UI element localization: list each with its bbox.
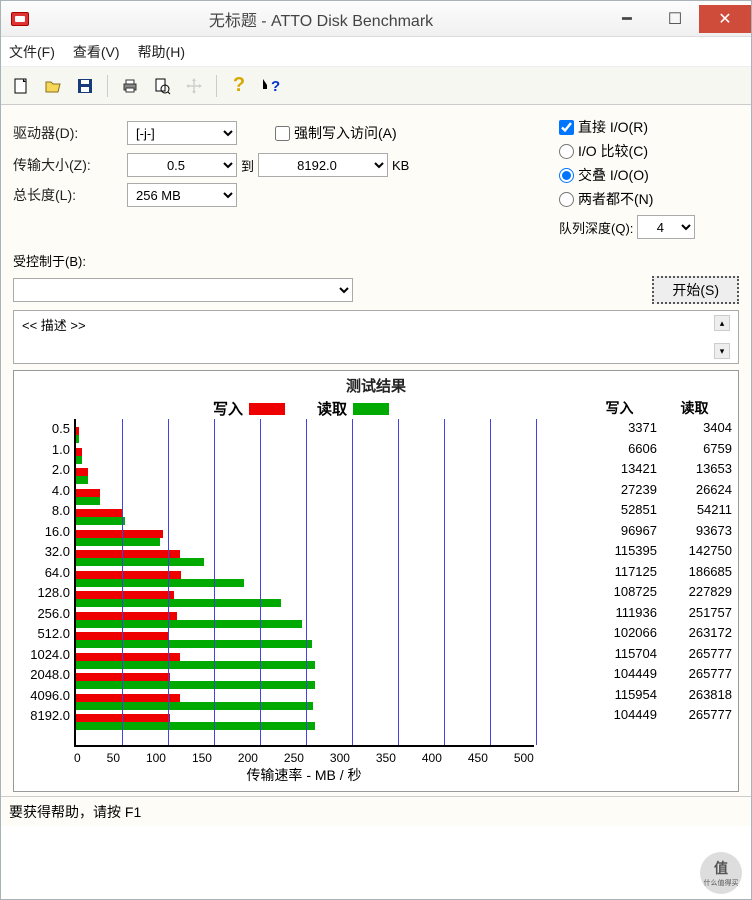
chart-legend: 写入 读取 [20,398,582,419]
watermark-icon: 值什么值得买 [700,852,742,894]
x-axis-label: 传输速率 - MB / 秒 [74,765,534,785]
queue-label: 队列深度(Q): [559,218,633,237]
move-icon [184,76,204,96]
value-columns: 写入读取 33713404660667591342113653272392662… [582,398,732,785]
titlebar: 无标题 - ATTO Disk Benchmark ━ ☐ ✕ [1,1,751,37]
menu-file[interactable]: 文件(F) [9,42,55,62]
direct-io-checkbox[interactable]: 直接 I/O(R) [559,117,739,137]
menu-help[interactable]: 帮助(H) [138,42,185,62]
transfer-from-select[interactable]: 0.5 [127,153,237,177]
close-button[interactable]: ✕ [699,5,751,33]
statusbar: 要获得帮助，请按 F1 [1,796,751,826]
scroll-up-icon[interactable]: ▴ [714,315,730,331]
io-compare-radio[interactable]: I/O 比较(C) [559,141,739,161]
x-axis-ticks: 050100150200250300350400450500 [74,751,534,765]
drive-label: 驱动器(D): [13,123,123,143]
length-select[interactable]: 256 MB [127,183,237,207]
chart-area: 测试结果 写入 读取 0.51.02.04.08.016.032.064.012… [13,370,739,792]
minimize-button[interactable]: ━ [603,5,651,33]
description-text: << 描述 >> [22,315,86,359]
help-icon[interactable]: ? [229,76,249,96]
to-label: 到 [241,156,254,175]
preview-icon[interactable] [152,76,172,96]
maximize-button[interactable]: ☐ [651,5,699,33]
force-write-checkbox[interactable]: 强制写入访问(A) [275,123,397,143]
drive-select[interactable]: [-j-] [127,121,237,145]
transfer-to-select[interactable]: 8192.0 [258,153,388,177]
window-title: 无标题 - ATTO Disk Benchmark [39,7,603,31]
toolbar: ? ? [1,67,751,105]
length-label: 总长度(L): [13,185,123,205]
content-area: 驱动器(D): [-j-] 强制写入访问(A) 传输大小(Z): 0.5 到 8… [1,105,751,796]
save-icon[interactable] [75,76,95,96]
chart-title: 测试结果 [20,375,732,396]
controlled-label: 受控制于(B): [13,251,739,270]
controlled-select[interactable] [13,278,353,302]
context-help-icon[interactable]: ? [261,76,281,96]
open-icon[interactable] [43,76,63,96]
new-icon[interactable] [11,76,31,96]
overlapped-radio[interactable]: 交叠 I/O(O) [559,165,739,185]
svg-text:?: ? [271,78,280,95]
description-box[interactable]: << 描述 >> ▴ ▾ [13,310,739,364]
app-icon [11,12,29,26]
menu-view[interactable]: 查看(V) [73,42,120,62]
neither-radio[interactable]: 两者都不(N) [559,189,739,209]
menubar: 文件(F) 查看(V) 帮助(H) [1,37,751,67]
start-button[interactable]: 开始(S) [652,276,739,304]
scroll-down-icon[interactable]: ▾ [714,343,730,359]
print-icon[interactable] [120,76,140,96]
transfer-label: 传输大小(Z): [13,155,123,175]
y-axis-labels: 0.51.02.04.08.016.032.064.0128.0256.0512… [20,419,74,751]
chart-plot [74,419,534,747]
kb-label: KB [392,158,409,173]
queue-select[interactable]: 4 [637,215,695,239]
status-text: 要获得帮助，请按 F1 [9,802,141,822]
